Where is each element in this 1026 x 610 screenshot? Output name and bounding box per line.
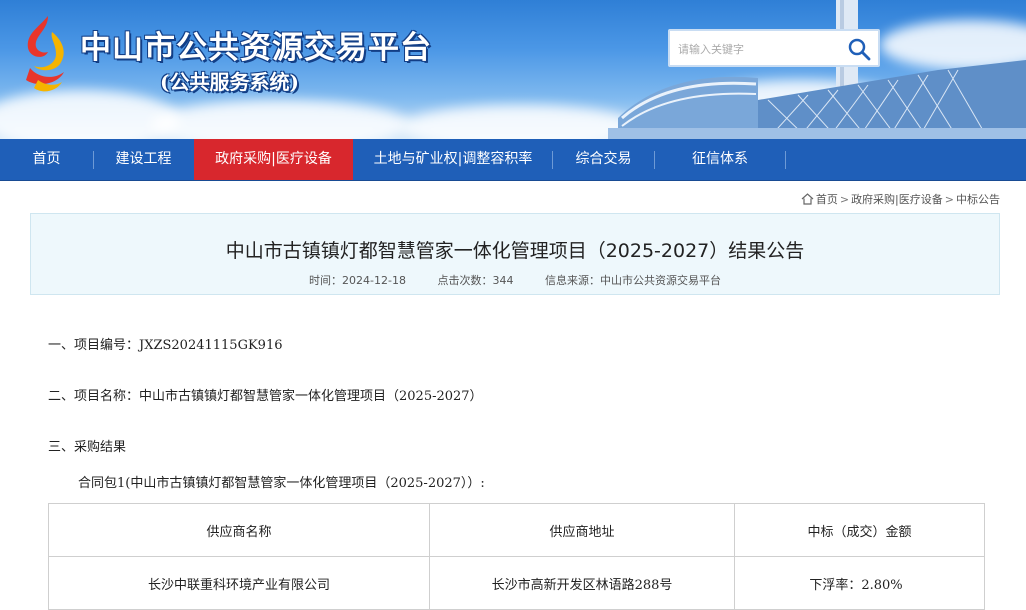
breadcrumb-separator: > <box>839 192 850 206</box>
logo-icon <box>26 16 64 92</box>
contract-package: 合同包1(中山市古镇镇灯都智慧管家一体化管理项目（2025-2027））: <box>78 476 485 491</box>
search-icon[interactable] <box>846 36 872 62</box>
breadcrumb-home[interactable]: 首页 <box>816 191 838 207</box>
building-illustration <box>608 0 1026 139</box>
project-number: 一、项目编号：JXZS20241115GK916 <box>48 338 283 353</box>
site-title: 中山市公共资源交易平台 <box>80 30 432 66</box>
article-meta: 时间：2024-12-18 点击次数：344 信息来源：中山市公共资源交易平台 <box>31 272 999 288</box>
nav-item-credit[interactable]: 征信体系 <box>655 139 785 180</box>
breadcrumb: 首页 > 政府采购|医疗设备 > 中标公告 <box>801 191 1000 207</box>
nav-divider <box>785 151 786 169</box>
result-table: 供应商名称 供应商地址 中标（成交）金额 长沙中联重科环境产业有限公司 长沙市高… <box>48 503 985 610</box>
column-header: 中标（成交）金额 <box>734 503 985 557</box>
article-title: 中山市古镇镇灯都智慧管家一体化管理项目（2025-2027）结果公告 <box>225 240 805 262</box>
column-header: 供应商名称 <box>48 503 430 557</box>
publish-time: 时间：2024-12-18 <box>309 274 406 287</box>
result-heading: 三、采购结果 <box>48 440 127 455</box>
breadcrumb-procurement[interactable]: 政府采购|医疗设备 <box>851 191 943 207</box>
breadcrumb-separator: > <box>944 192 954 206</box>
column-header: 供应商地址 <box>429 503 735 557</box>
table-header-row: 供应商名称 供应商地址 中标（成交）金额 <box>48 503 985 557</box>
search-input[interactable] <box>676 37 840 61</box>
nav-item-home[interactable]: 首页 <box>0 139 93 180</box>
nav-item-land[interactable]: 土地与矿业权|调整容积率 <box>354 139 552 180</box>
click-count: 点击次数：344 <box>437 274 514 287</box>
nav-item-comprehensive[interactable]: 综合交易 <box>553 139 654 180</box>
site-subtitle: (公共服务系统) <box>160 70 299 94</box>
home-icon <box>801 193 814 205</box>
article-header: 中山市古镇镇灯都智慧管家一体化管理项目（2025-2027）结果公告 时间：20… <box>30 213 1000 295</box>
info-source: 信息来源：中山市公共资源交易平台 <box>544 274 721 287</box>
main-nav: 首页 建设工程 政府采购|医疗设备 土地与矿业权|调整容积率 综合交易 征信体系 <box>0 139 1026 181</box>
header-banner: 中山市公共资源交易平台 (公共服务系统) <box>0 0 1026 139</box>
search-box <box>668 29 880 67</box>
nav-item-construction[interactable]: 建设工程 <box>94 139 193 180</box>
project-name: 二、项目名称：中山市古镇镇灯都智慧管家一体化管理项目（2025-2027） <box>48 389 483 404</box>
breadcrumb-award-notice[interactable]: 中标公告 <box>956 191 1000 207</box>
nav-item-procurement[interactable]: 政府采购|医疗设备 <box>194 139 353 180</box>
